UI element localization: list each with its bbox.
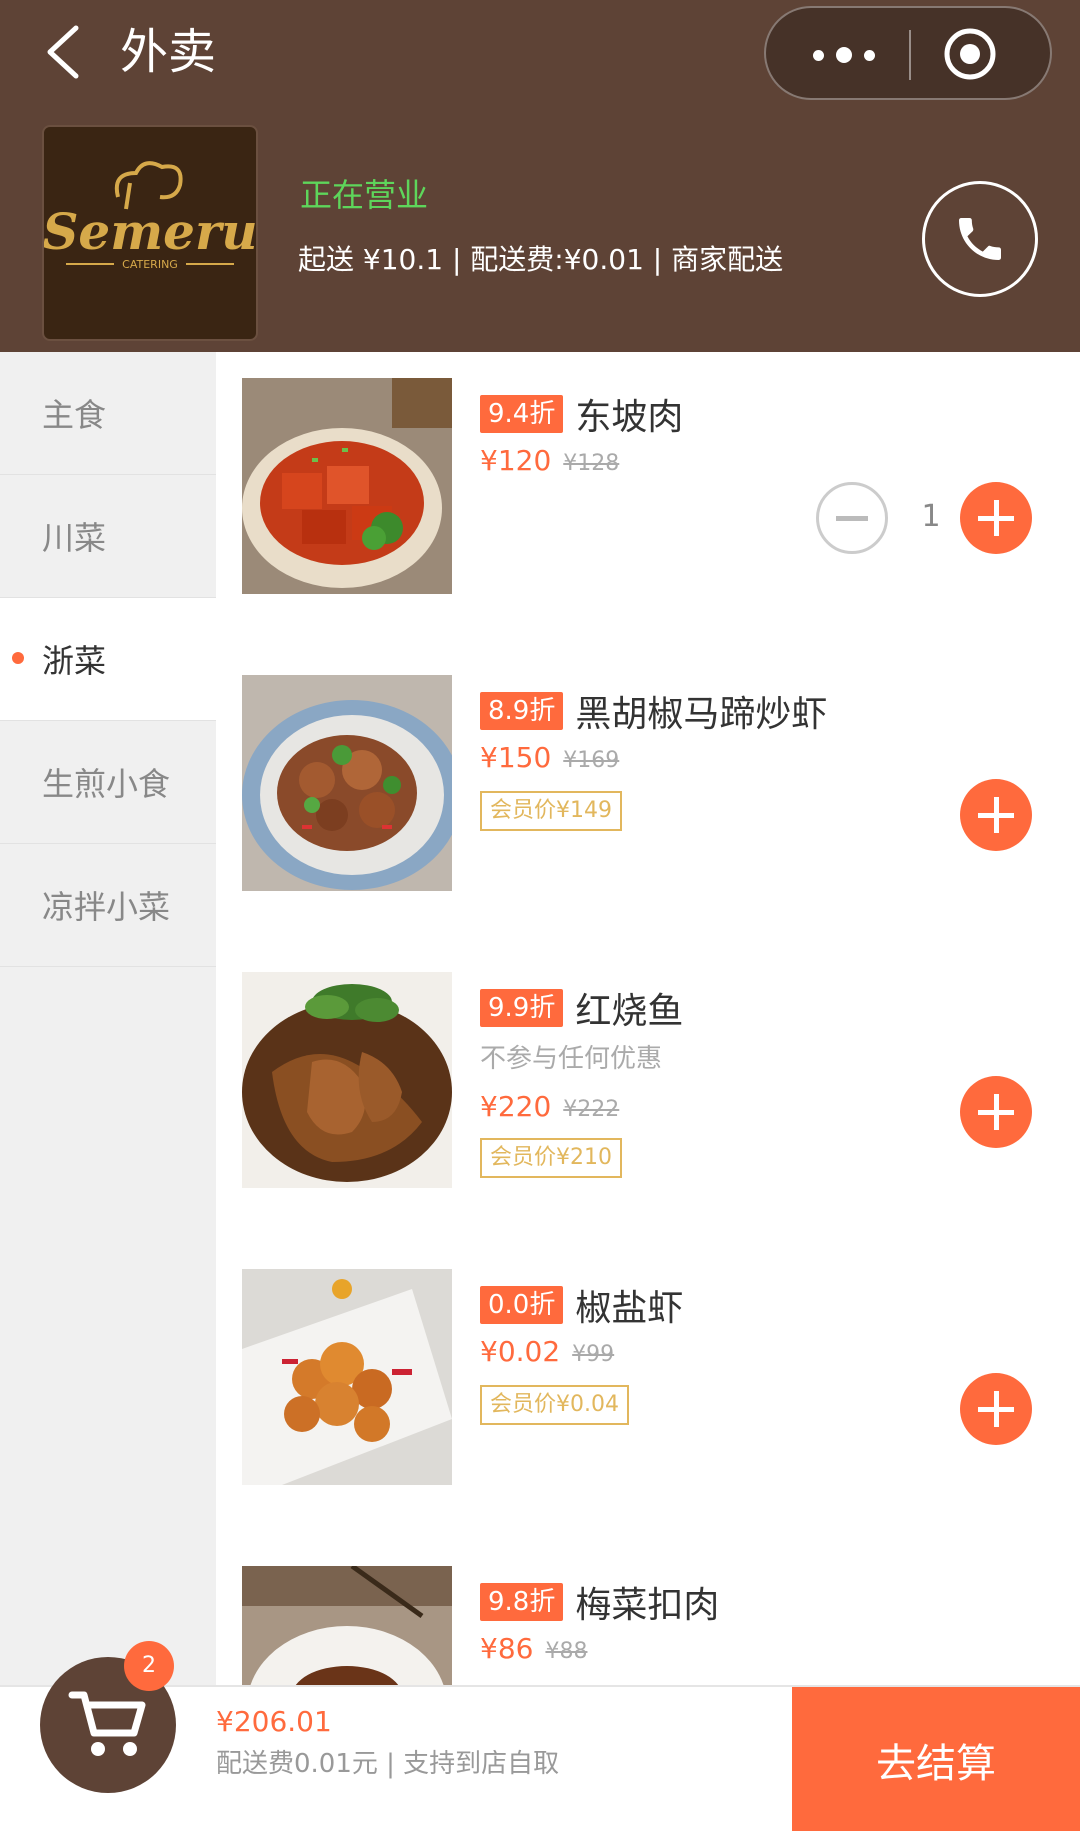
dish-price: ¥120	[480, 444, 552, 477]
discount-badge: 9.9折	[480, 989, 564, 1027]
more-button[interactable]	[794, 28, 894, 82]
dish-price: ¥0.02	[480, 1335, 561, 1368]
category-label: 浙菜	[42, 642, 107, 680]
member-price-tag: 会员价¥149	[480, 791, 622, 831]
category-item-staple[interactable]: 主食	[0, 352, 216, 475]
quantity-value: 1	[921, 499, 941, 534]
decrease-quantity-button[interactable]	[816, 482, 888, 554]
dish-item: 9.8折 梅菜扣肉 ¥86 ¥88	[216, 1540, 1080, 1685]
dish-photo[interactable]	[242, 378, 452, 594]
store-logo: Semeru CATERING	[42, 125, 258, 341]
page-title: 外卖	[120, 24, 217, 80]
price-row: ¥150 ¥169	[480, 741, 619, 774]
dish-title-row: 9.8折 梅菜扣肉	[480, 1576, 719, 1628]
category-label: 川菜	[42, 519, 107, 557]
dish-original-price: ¥128	[563, 451, 620, 476]
category-item-sichuan[interactable]: 川菜	[0, 475, 216, 598]
call-store-button[interactable]	[922, 181, 1038, 297]
dish-name: 黑胡椒马蹄炒虾	[575, 694, 828, 735]
category-label: 凉拌小菜	[42, 888, 171, 926]
store-header: 外卖 Semeru CATERING 正在营业 起送 ¥10.1 | 配送费:¥…	[0, 0, 1080, 352]
dish-title-row: 9.9折 红烧鱼	[480, 982, 683, 1034]
logo-subtext: CATERING	[122, 258, 178, 271]
dish-price: ¥220	[480, 1090, 552, 1123]
member-price-tag: 会员价¥0.04	[480, 1385, 629, 1425]
more-dot-icon	[836, 47, 852, 63]
close-miniprogram-button[interactable]	[942, 26, 998, 82]
back-button[interactable]	[38, 22, 98, 82]
dish-photo[interactable]	[242, 675, 452, 891]
dish-photo[interactable]	[242, 972, 452, 1188]
add-to-cart-button[interactable]	[960, 1076, 1032, 1148]
price-row: ¥0.02 ¥99	[480, 1335, 614, 1368]
cart-bar: 2 ¥206.01 配送费0.01元 | 支持到店自取 去结算	[0, 1641, 1080, 1831]
promo-note: 不参与任何优惠	[480, 1044, 663, 1074]
dish-name: 梅菜扣肉	[575, 1585, 720, 1626]
dish-photo[interactable]	[242, 1566, 452, 1685]
dish-price: ¥86	[480, 1632, 534, 1665]
dish-name: 红烧鱼	[575, 991, 684, 1032]
dish-item: 9.4折 东坡肉 ¥120 ¥128 1	[216, 352, 1080, 649]
dish-photo[interactable]	[242, 1269, 452, 1485]
dish-name: 东坡肉	[575, 397, 684, 438]
category-label: 生煎小食	[42, 765, 171, 803]
discount-badge: 9.8折	[480, 1583, 564, 1621]
cart-total: ¥206.01	[216, 1705, 332, 1738]
logo-text: Semeru	[44, 202, 256, 261]
dish-item: 8.9折 黑胡椒马蹄炒虾 ¥150 ¥169 会员价¥149	[216, 649, 1080, 946]
add-to-cart-button[interactable]	[960, 482, 1032, 554]
more-dot-icon	[813, 49, 824, 61]
chevron-left-icon	[47, 25, 79, 79]
dish-original-price: ¥99	[572, 1342, 615, 1367]
category-item-cold-dishes[interactable]: 凉拌小菜	[0, 844, 216, 967]
dish-name: 椒盐虾	[575, 1288, 684, 1329]
checkout-button[interactable]: 去结算	[792, 1687, 1080, 1831]
dish-original-price: ¥222	[563, 1097, 620, 1122]
member-price-tag: 会员价¥210	[480, 1138, 622, 1178]
dish-list[interactable]: 9.4折 东坡肉 ¥120 ¥128 1 8.9折 黑胡椒马蹄炒虾 ¥150 ¥…	[216, 352, 1080, 1685]
delivery-fee-note: 配送费0.01元 | 支持到店自取	[216, 1749, 560, 1779]
discount-badge: 0.0折	[480, 1286, 564, 1324]
discount-badge: 9.4折	[480, 395, 564, 433]
cart-count-badge: 2	[124, 1641, 174, 1691]
dish-title-row: 8.9折 黑胡椒马蹄炒虾	[480, 685, 827, 737]
dish-title-row: 0.0折 椒盐虾	[480, 1279, 683, 1331]
dish-original-price: ¥88	[545, 1639, 588, 1664]
capsule-divider	[909, 30, 911, 80]
more-dot-icon	[864, 49, 875, 61]
shopping-cart-icon	[68, 1691, 146, 1756]
category-item-snacks[interactable]: 生煎小食	[0, 721, 216, 844]
delivery-info: 起送 ¥10.1 | 配送费:¥0.01 | 商家配送	[298, 243, 784, 276]
dish-title-row: 9.4折 东坡肉	[480, 388, 683, 440]
price-row: ¥120 ¥128	[480, 444, 619, 477]
dish-item: 0.0折 椒盐虾 ¥0.02 ¥99 会员价¥0.04	[216, 1243, 1080, 1540]
category-item-zhejiang[interactable]: 浙菜	[0, 598, 216, 721]
target-icon	[944, 28, 996, 80]
mini-program-capsule	[764, 6, 1052, 100]
price-row: ¥220 ¥222	[480, 1090, 619, 1123]
category-label: 主食	[42, 396, 107, 434]
dish-original-price: ¥169	[563, 748, 620, 773]
phone-icon	[959, 218, 1001, 260]
add-to-cart-button[interactable]	[960, 1373, 1032, 1445]
dish-item: 9.9折 红烧鱼 不参与任何优惠 ¥220 ¥222 会员价¥210	[216, 946, 1080, 1243]
dish-price: ¥150	[480, 741, 552, 774]
category-sidebar: 主食 川菜 浙菜 生煎小食 凉拌小菜	[0, 352, 216, 1685]
active-dot-icon	[12, 652, 24, 664]
store-status: 正在营业	[300, 176, 429, 214]
add-to-cart-button[interactable]	[960, 779, 1032, 851]
discount-badge: 8.9折	[480, 692, 564, 730]
price-row: ¥86 ¥88	[480, 1632, 587, 1665]
